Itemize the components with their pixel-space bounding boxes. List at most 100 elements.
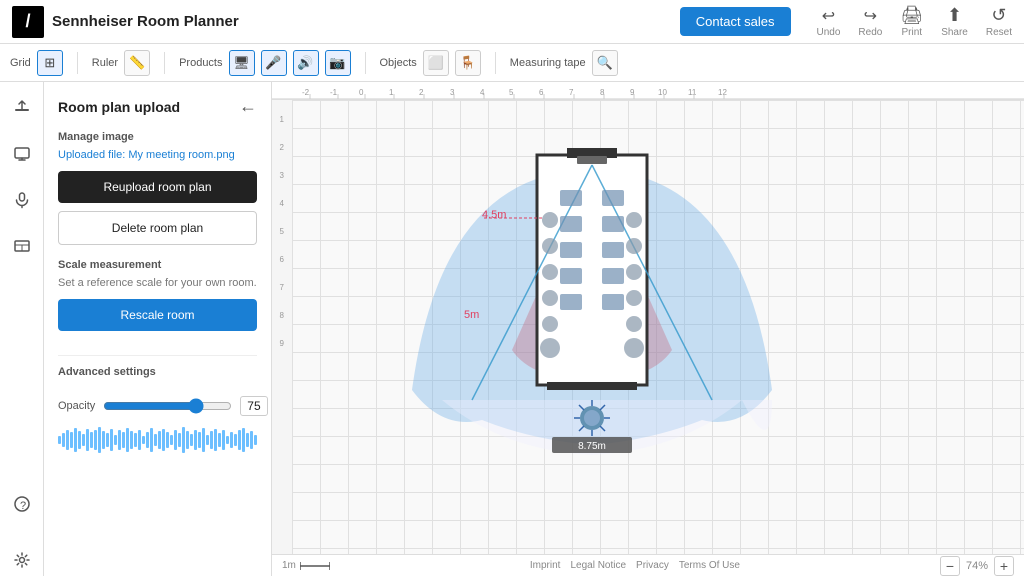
footer-links: Imprint Legal Notice Privacy Terms Of Us…: [530, 560, 740, 571]
header: / Sennheiser Room Planner Contact sales …: [0, 0, 1024, 44]
toolbar-ruler-label: Ruler: [92, 57, 118, 69]
main-layout: ? Room plan upload ← Manage image Upload…: [0, 82, 1024, 576]
zoom-out-button[interactable]: −: [940, 556, 960, 576]
toolbar-products-mic-btn[interactable]: 🎤: [261, 50, 287, 76]
toolbar-measuring-label: Measuring tape: [510, 57, 586, 69]
toolbar-products-monitor-btn[interactable]: 🖥: [229, 50, 255, 76]
toolbar-objects-table-btn[interactable]: ⬜: [423, 50, 449, 76]
toolbar-measuring-search-btn[interactable]: 🔍: [592, 50, 618, 76]
sidebar-icon-display[interactable]: [6, 138, 38, 170]
canvas-area[interactable]: -2 -1 0 1 2 3 4 5 6 7 8 9 10 11 12: [272, 82, 1024, 576]
svg-text:7: 7: [280, 283, 285, 292]
wave-bar: [58, 436, 61, 444]
opacity-row: Opacity 75: [58, 396, 257, 416]
wave-bar: [138, 430, 141, 450]
footer-bar: 1m Imprint Legal Notice Privacy Terms Of…: [272, 554, 1024, 576]
scale-label: 1m: [282, 560, 296, 571]
svg-text:5: 5: [280, 227, 285, 236]
svg-text:?: ?: [20, 500, 26, 512]
svg-text:1: 1: [280, 115, 285, 124]
sidebar-icon-mic[interactable]: [6, 184, 38, 216]
wave-bar: [158, 431, 161, 449]
reupload-room-plan-button[interactable]: Reupload room plan: [58, 171, 257, 203]
toolbar-ruler-btn[interactable]: 📏: [124, 50, 150, 76]
undo-icon: ↩: [822, 6, 835, 26]
rescale-room-button[interactable]: Rescale room: [58, 299, 257, 331]
wave-bar: [126, 428, 129, 452]
panel-back-button[interactable]: ←: [239, 96, 257, 117]
logo-area: / Sennheiser Room Planner: [12, 6, 239, 38]
undo-button[interactable]: ↩ Undo: [817, 6, 841, 38]
svg-text:11: 11: [688, 88, 697, 97]
footer-terms[interactable]: Terms Of Use: [679, 560, 740, 571]
wave-bar: [66, 430, 69, 450]
uploaded-file-name: My meeting room.png: [128, 149, 234, 161]
wave-bar: [90, 432, 93, 448]
zoom-controls: − 74% +: [940, 556, 1014, 576]
section-divider: [58, 355, 257, 356]
wave-bar: [110, 429, 113, 451]
wave-bar: [102, 431, 105, 449]
svg-text:3: 3: [280, 171, 285, 180]
svg-text:6: 6: [539, 88, 544, 97]
wave-bar: [246, 433, 249, 447]
toolbar-products-camera-btn[interactable]: 📷: [325, 50, 351, 76]
reset-button[interactable]: ↺ Reset: [986, 5, 1012, 38]
opacity-label: Opacity: [58, 400, 95, 412]
sidebar-icon-help[interactable]: ?: [6, 488, 38, 520]
footer-legal[interactable]: Legal Notice: [570, 560, 626, 571]
logo-box: /: [12, 6, 44, 38]
scale-indicator: 1m: [282, 560, 330, 571]
redo-button[interactable]: ↪ Redo: [858, 6, 882, 38]
toolbar-grid-label: Grid: [10, 57, 31, 69]
panel-title: Room plan upload: [58, 99, 180, 115]
wave-bar: [210, 431, 213, 449]
wave-bar: [146, 432, 149, 448]
reset-icon: ↺: [991, 5, 1006, 26]
wave-bar: [166, 432, 169, 448]
wave-bar: [134, 433, 137, 447]
toolbar-measuring-group: Measuring tape 🔍: [510, 50, 618, 76]
footer-imprint[interactable]: Imprint: [530, 560, 561, 571]
grid-canvas[interactable]: 1 2 3 4 5 6 7 8 9: [292, 100, 1024, 554]
contact-sales-button[interactable]: Contact sales: [680, 7, 791, 36]
redo-label: Redo: [858, 27, 882, 38]
wave-bar: [94, 430, 97, 450]
footer-privacy[interactable]: Privacy: [636, 560, 669, 571]
wave-bar: [202, 428, 205, 452]
manage-image-label: Manage image: [58, 131, 257, 143]
wave-bar: [222, 430, 225, 450]
app-title: Sennheiser Room Planner: [52, 13, 239, 30]
svg-text:5: 5: [509, 88, 514, 97]
print-button[interactable]: 🖨 Print: [900, 5, 923, 38]
toolbar-objects-group: Objects ⬜ 🪑: [380, 50, 481, 76]
zoom-in-button[interactable]: +: [994, 556, 1014, 576]
svg-text:5m: 5m: [464, 309, 479, 321]
logo-icon: /: [25, 11, 30, 32]
wave-bar: [142, 436, 145, 444]
wave-bar: [242, 428, 245, 452]
wave-bar: [70, 432, 73, 448]
uploaded-file-prefix: Uploaded file:: [58, 149, 128, 161]
svg-text:0: 0: [359, 88, 364, 97]
reset-label: Reset: [986, 27, 1012, 38]
delete-room-plan-button[interactable]: Delete room plan: [58, 211, 257, 245]
sidebar-icon-settings[interactable]: [6, 544, 38, 576]
wave-bar: [182, 427, 185, 453]
toolbar-products-speaker-btn[interactable]: 🔊: [293, 50, 319, 76]
scale-measurement-label: Scale measurement: [58, 259, 257, 271]
wave-bar: [218, 433, 221, 447]
wave-bar: [170, 435, 173, 445]
opacity-slider[interactable]: [103, 398, 232, 414]
wave-bar: [130, 431, 133, 449]
toolbar-objects-chair-btn[interactable]: 🪑: [455, 50, 481, 76]
share-icon: ⬆: [947, 5, 962, 26]
sidebar-icon-upload[interactable]: [6, 92, 38, 124]
left-panel: Room plan upload ← Manage image Uploaded…: [44, 82, 272, 576]
wave-bar: [98, 427, 101, 453]
toolbar-grid-btn[interactable]: ⊞: [37, 50, 63, 76]
sidebar-icon-table[interactable]: [6, 230, 38, 262]
wave-bar: [118, 430, 121, 450]
share-button[interactable]: ⬆ Share: [941, 5, 968, 38]
toolbar: Grid ⊞ Ruler 📏 Products 🖥 🎤 🔊 📷 Objects …: [0, 44, 1024, 82]
